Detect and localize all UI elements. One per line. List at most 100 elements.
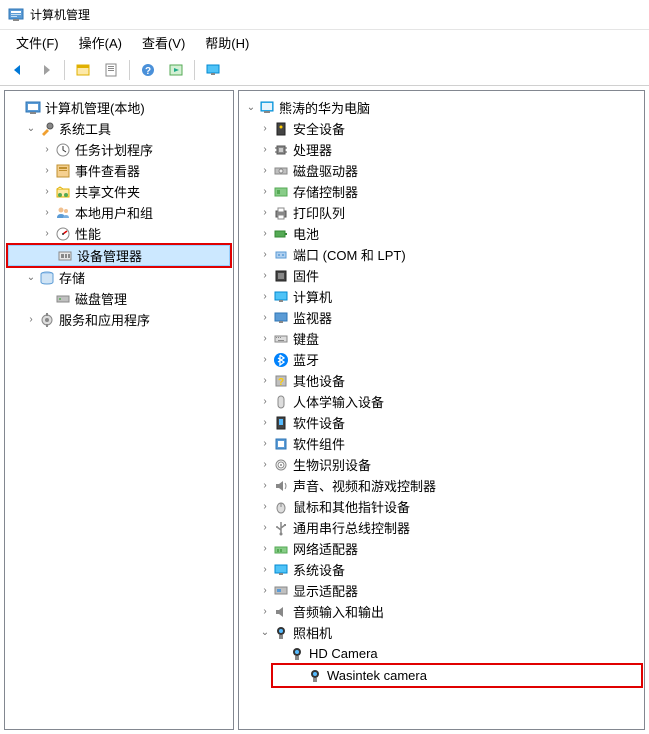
toggle-collapsed-icon[interactable]: › [39, 226, 55, 242]
toggle-collapsed-icon[interactable]: › [257, 415, 273, 431]
security-devices[interactable]: › 安全设备 [241, 118, 642, 139]
device-tree: ⌄ 熊涛的华为电脑 › 安全设备 › 处理器 › 磁盘驱动器 › [239, 91, 644, 693]
hid[interactable]: › 人体学输入设备 [241, 391, 642, 412]
mice[interactable]: › 鼠标和其他指针设备 [241, 496, 642, 517]
event-viewer[interactable]: › 事件查看器 [7, 160, 231, 181]
toggle-collapsed-icon[interactable]: › [257, 142, 273, 158]
port-icon [273, 247, 289, 263]
monitor-button[interactable] [201, 58, 225, 82]
toggle-collapsed-icon[interactable]: › [257, 499, 273, 515]
menu-file[interactable]: 文件(F) [6, 31, 69, 54]
audio-icon [273, 478, 289, 494]
storage[interactable]: ⌄ 存储 [7, 267, 231, 288]
task-scheduler[interactable]: › 任务计划程序 [7, 139, 231, 160]
toggle-expanded-icon[interactable]: ⌄ [23, 270, 39, 286]
disk-management[interactable]: › 磁盘管理 [7, 288, 231, 309]
disk-drives[interactable]: › 磁盘驱动器 [241, 160, 642, 181]
system-tools[interactable]: ⌄ 系统工具 [7, 118, 231, 139]
ports[interactable]: › 端口 (COM 和 LPT) [241, 244, 642, 265]
toggle-collapsed-icon[interactable]: › [257, 394, 273, 410]
storage-controller-icon [273, 184, 289, 200]
toggle-collapsed-icon[interactable]: › [257, 205, 273, 221]
hd-camera[interactable]: › HD Camera [241, 643, 642, 664]
performance[interactable]: › 性能 [7, 223, 231, 244]
display-adapters[interactable]: › 显示适配器 [241, 580, 642, 601]
tree-label: 端口 (COM 和 LPT) [293, 245, 406, 264]
toggle-collapsed-icon[interactable]: › [257, 247, 273, 263]
batteries[interactable]: › 电池 [241, 223, 642, 244]
performance-icon [55, 226, 71, 242]
menu-view[interactable]: 查看(V) [132, 31, 195, 54]
print-queues[interactable]: › 打印队列 [241, 202, 642, 223]
toggle-collapsed-icon[interactable]: › [39, 184, 55, 200]
toggle-collapsed-icon[interactable]: › [257, 457, 273, 473]
storage-controllers[interactable]: › 存储控制器 [241, 181, 642, 202]
toolbar-separator [129, 60, 130, 80]
toggle-collapsed-icon[interactable]: › [39, 205, 55, 221]
toggle-collapsed-icon[interactable]: › [39, 163, 55, 179]
toolbar-separator [64, 60, 65, 80]
main-area: ▸ 计算机管理(本地) ⌄ 系统工具 › 任务计划程序 › 事件查看器 › [0, 86, 649, 734]
bluetooth[interactable]: › 蓝牙 [241, 349, 642, 370]
toggle-collapsed-icon[interactable]: › [257, 373, 273, 389]
toggle-collapsed-icon[interactable]: › [257, 310, 273, 326]
show-hide-button[interactable] [71, 58, 95, 82]
firmware[interactable]: › 固件 [241, 265, 642, 286]
toggle-collapsed-icon[interactable]: › [257, 184, 273, 200]
toggle-collapsed-icon[interactable]: › [257, 436, 273, 452]
toggle-collapsed-icon[interactable]: › [257, 226, 273, 242]
biometric[interactable]: › 生物识别设备 [241, 454, 642, 475]
processors[interactable]: › 处理器 [241, 139, 642, 160]
computers[interactable]: › 计算机 [241, 286, 642, 307]
monitor-icon [273, 310, 289, 326]
tree-label: 显示适配器 [293, 581, 358, 600]
tree-label: 处理器 [293, 140, 332, 159]
menu-help[interactable]: 帮助(H) [195, 31, 259, 54]
tree-label: 监视器 [293, 308, 332, 327]
toggle-collapsed-icon[interactable]: › [257, 562, 273, 578]
action-button[interactable] [164, 58, 188, 82]
services-apps[interactable]: › 服务和应用程序 [7, 309, 231, 330]
shared-folders[interactable]: › 共享文件夹 [7, 181, 231, 202]
toggle-collapsed-icon[interactable]: › [257, 604, 273, 620]
toggle-collapsed-icon[interactable]: › [257, 163, 273, 179]
camera-icon [289, 646, 305, 662]
tree-label: 熊涛的华为电脑 [279, 98, 370, 117]
toggle-collapsed-icon[interactable]: › [257, 268, 273, 284]
toggle-collapsed-icon[interactable]: › [23, 312, 39, 328]
audio-controllers[interactable]: › 声音、视频和游戏控制器 [241, 475, 642, 496]
toggle-expanded-icon[interactable]: ⌄ [243, 100, 259, 116]
toggle-collapsed-icon[interactable]: › [257, 583, 273, 599]
tree-root[interactable]: ▸ 计算机管理(本地) [7, 97, 231, 118]
menu-action[interactable]: 操作(A) [69, 31, 132, 54]
device-manager[interactable]: › 设备管理器 [8, 245, 230, 266]
biometric-icon [273, 457, 289, 473]
help-button[interactable]: ? [136, 58, 160, 82]
other-devices[interactable]: › ? 其他设备 [241, 370, 642, 391]
usb-controllers[interactable]: › 通用串行总线控制器 [241, 517, 642, 538]
toggle-collapsed-icon[interactable]: › [257, 289, 273, 305]
toggle-collapsed-icon[interactable]: › [257, 520, 273, 536]
toggle-collapsed-icon[interactable]: › [257, 331, 273, 347]
audio-io[interactable]: › 音频输入和输出 [241, 601, 642, 622]
properties-button[interactable] [99, 58, 123, 82]
back-button[interactable] [6, 58, 30, 82]
cameras[interactable]: ⌄ 照相机 [241, 622, 642, 643]
toggle-expanded-icon[interactable]: ⌄ [257, 625, 273, 641]
toggle-collapsed-icon[interactable]: › [257, 478, 273, 494]
network-adapters[interactable]: › 网络适配器 [241, 538, 642, 559]
toggle-collapsed-icon[interactable]: › [39, 142, 55, 158]
toggle-collapsed-icon[interactable]: › [257, 352, 273, 368]
keyboards[interactable]: › 键盘 [241, 328, 642, 349]
local-users-groups[interactable]: › 本地用户和组 [7, 202, 231, 223]
toggle-collapsed-icon[interactable]: › [257, 541, 273, 557]
computer-root[interactable]: ⌄ 熊涛的华为电脑 [241, 97, 642, 118]
forward-button[interactable] [34, 58, 58, 82]
system-devices[interactable]: › 系统设备 [241, 559, 642, 580]
monitors[interactable]: › 监视器 [241, 307, 642, 328]
toggle-expanded-icon[interactable]: ⌄ [23, 121, 39, 137]
wasintek-camera[interactable]: › Wasintek camera [273, 665, 641, 686]
software-devices[interactable]: › 软件设备 [241, 412, 642, 433]
software-components[interactable]: › 软件组件 [241, 433, 642, 454]
toggle-collapsed-icon[interactable]: › [257, 121, 273, 137]
